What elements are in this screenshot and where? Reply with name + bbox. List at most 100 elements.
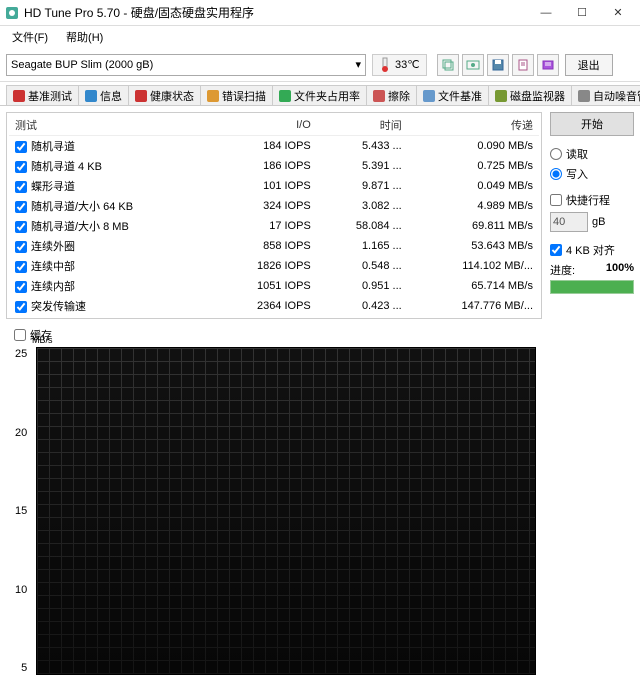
read-radio-row[interactable]: 读取: [550, 146, 634, 162]
row-io: 1051 IOPS: [213, 276, 316, 296]
table-row[interactable]: 随机寻道 4 KB186 IOPS5.391 ...0.725 MB/s: [9, 156, 539, 176]
toolbar-icons: [437, 54, 559, 76]
cache-checkbox[interactable]: [14, 329, 26, 341]
row-checkbox[interactable]: [15, 221, 27, 233]
tab-7[interactable]: 磁盘监视器: [488, 85, 572, 105]
row-time: 0.548 ...: [317, 256, 408, 276]
row-checkbox[interactable]: [15, 281, 27, 293]
tab-icon: [85, 90, 97, 102]
copy-text-icon[interactable]: [512, 54, 534, 76]
table-row[interactable]: 连续外圈858 IOPS1.165 ...53.643 MB/s: [9, 236, 539, 256]
align-row[interactable]: 4 KB 对齐: [550, 242, 634, 258]
row-checkbox[interactable]: [15, 161, 27, 173]
tab-icon: [279, 90, 291, 102]
row-name: 随机寻道: [31, 141, 75, 153]
chart-y-unit: MB/s: [32, 335, 53, 345]
temperature-value: 33℃: [395, 58, 420, 71]
test-table: 测试 I/O 时间 传递 随机寻道184 IOPS5.433 ...0.090 …: [9, 115, 539, 316]
fastseek-checkbox[interactable]: [550, 194, 562, 206]
tab-label: 磁盘监视器: [510, 88, 565, 104]
tab-icon: [578, 90, 590, 102]
y-tick: 10: [15, 584, 27, 596]
titlebar: HD Tune Pro 5.70 - 硬盘/固态硬盘实用程序 — ☐ ✕: [0, 0, 640, 26]
speed-input: [550, 212, 588, 232]
tab-bar: 基准测试信息健康状态错误扫描文件夹占用率擦除文件基准磁盘监视器自动噪音管理随机存…: [0, 82, 640, 106]
tab-0[interactable]: 基准测试: [6, 85, 79, 105]
fastseek-row[interactable]: 快捷行程: [550, 192, 634, 208]
tab-label: 文件夹占用率: [294, 88, 360, 104]
maximize-button[interactable]: ☐: [564, 2, 600, 24]
row-checkbox[interactable]: [15, 241, 27, 253]
chart-area: 252015105: [36, 347, 536, 675]
row-rate: 114.102 MB/...: [408, 256, 539, 276]
screenshot-icon[interactable]: [462, 54, 484, 76]
row-io: 2364 IOPS: [213, 296, 316, 316]
row-checkbox[interactable]: [15, 301, 27, 313]
row-name: 随机寻道/大小 8 MB: [31, 221, 129, 233]
tab-1[interactable]: 信息: [78, 85, 129, 105]
col-io[interactable]: I/O: [213, 115, 316, 136]
toolbar: Seagate BUP Slim (2000 gB) ▾ 33℃ 退出: [0, 48, 640, 82]
read-label: 读取: [566, 146, 588, 162]
row-name: 随机寻道 4 KB: [31, 161, 102, 173]
row-time: 9.871 ...: [317, 176, 408, 196]
menu-file[interactable]: 文件(F): [4, 27, 56, 47]
col-time[interactable]: 时间: [317, 115, 408, 136]
row-rate: 0.090 MB/s: [408, 136, 539, 157]
row-name: 连续中部: [31, 261, 75, 273]
tab-3[interactable]: 错误扫描: [200, 85, 273, 105]
write-radio-row[interactable]: 写入: [550, 166, 634, 182]
row-rate: 69.811 MB/s: [408, 216, 539, 236]
tab-5[interactable]: 擦除: [366, 85, 417, 105]
drive-select[interactable]: Seagate BUP Slim (2000 gB) ▾: [6, 54, 366, 76]
tab-2[interactable]: 健康状态: [128, 85, 201, 105]
read-radio[interactable]: [550, 148, 562, 160]
table-row[interactable]: 突发传输速2364 IOPS0.423 ...147.776 MB/...: [9, 296, 539, 316]
table-row[interactable]: 蝶形寻道101 IOPS9.871 ...0.049 MB/s: [9, 176, 539, 196]
tab-8[interactable]: 自动噪音管理: [571, 85, 640, 105]
col-rate[interactable]: 传递: [408, 115, 539, 136]
table-row[interactable]: 连续内部1051 IOPS0.951 ...65.714 MB/s: [9, 276, 539, 296]
progress-row: 进度: 100%: [550, 262, 634, 278]
row-checkbox[interactable]: [15, 141, 27, 153]
y-tick: 5: [21, 662, 27, 674]
chart-fade: [37, 348, 535, 674]
y-tick: 15: [15, 505, 27, 517]
menubar: 文件(F) 帮助(H): [0, 26, 640, 48]
row-checkbox[interactable]: [15, 261, 27, 273]
chart-y-labels: 252015105: [15, 348, 27, 674]
close-button[interactable]: ✕: [600, 2, 636, 24]
row-checkbox[interactable]: [15, 181, 27, 193]
col-test[interactable]: 测试: [9, 115, 213, 136]
start-button[interactable]: 开始: [550, 112, 634, 136]
exit-button[interactable]: 退出: [565, 54, 613, 76]
tab-icon: [207, 90, 219, 102]
app-icon: [4, 5, 20, 21]
write-radio[interactable]: [550, 168, 562, 180]
save-icon[interactable]: [487, 54, 509, 76]
window-controls: — ☐ ✕: [528, 2, 636, 24]
tab-6[interactable]: 文件基准: [416, 85, 489, 105]
row-rate: 0.049 MB/s: [408, 176, 539, 196]
chevron-down-icon: ▾: [355, 58, 361, 71]
table-row[interactable]: 随机寻道184 IOPS5.433 ...0.090 MB/s: [9, 136, 539, 157]
speed-row: gB: [550, 212, 634, 232]
align-checkbox[interactable]: [550, 244, 562, 256]
tab-icon: [495, 90, 507, 102]
row-time: 5.391 ...: [317, 156, 408, 176]
table-row[interactable]: 随机寻道/大小 8 MB17 IOPS58.084 ...69.811 MB/s: [9, 216, 539, 236]
row-io: 858 IOPS: [213, 236, 316, 256]
drive-select-value: Seagate BUP Slim (2000 gB): [11, 59, 153, 71]
settings-icon[interactable]: [537, 54, 559, 76]
row-name: 连续内部: [31, 281, 75, 293]
thermometer-icon: [379, 57, 391, 73]
tab-4[interactable]: 文件夹占用率: [272, 85, 367, 105]
table-row[interactable]: 连续中部1826 IOPS0.548 ...114.102 MB/...: [9, 256, 539, 276]
row-rate: 0.725 MB/s: [408, 156, 539, 176]
tab-icon: [135, 90, 147, 102]
table-row[interactable]: 随机寻道/大小 64 KB324 IOPS3.082 ...4.989 MB/s: [9, 196, 539, 216]
minimize-button[interactable]: —: [528, 2, 564, 24]
row-checkbox[interactable]: [15, 201, 27, 213]
copy-icon[interactable]: [437, 54, 459, 76]
menu-help[interactable]: 帮助(H): [58, 27, 111, 47]
